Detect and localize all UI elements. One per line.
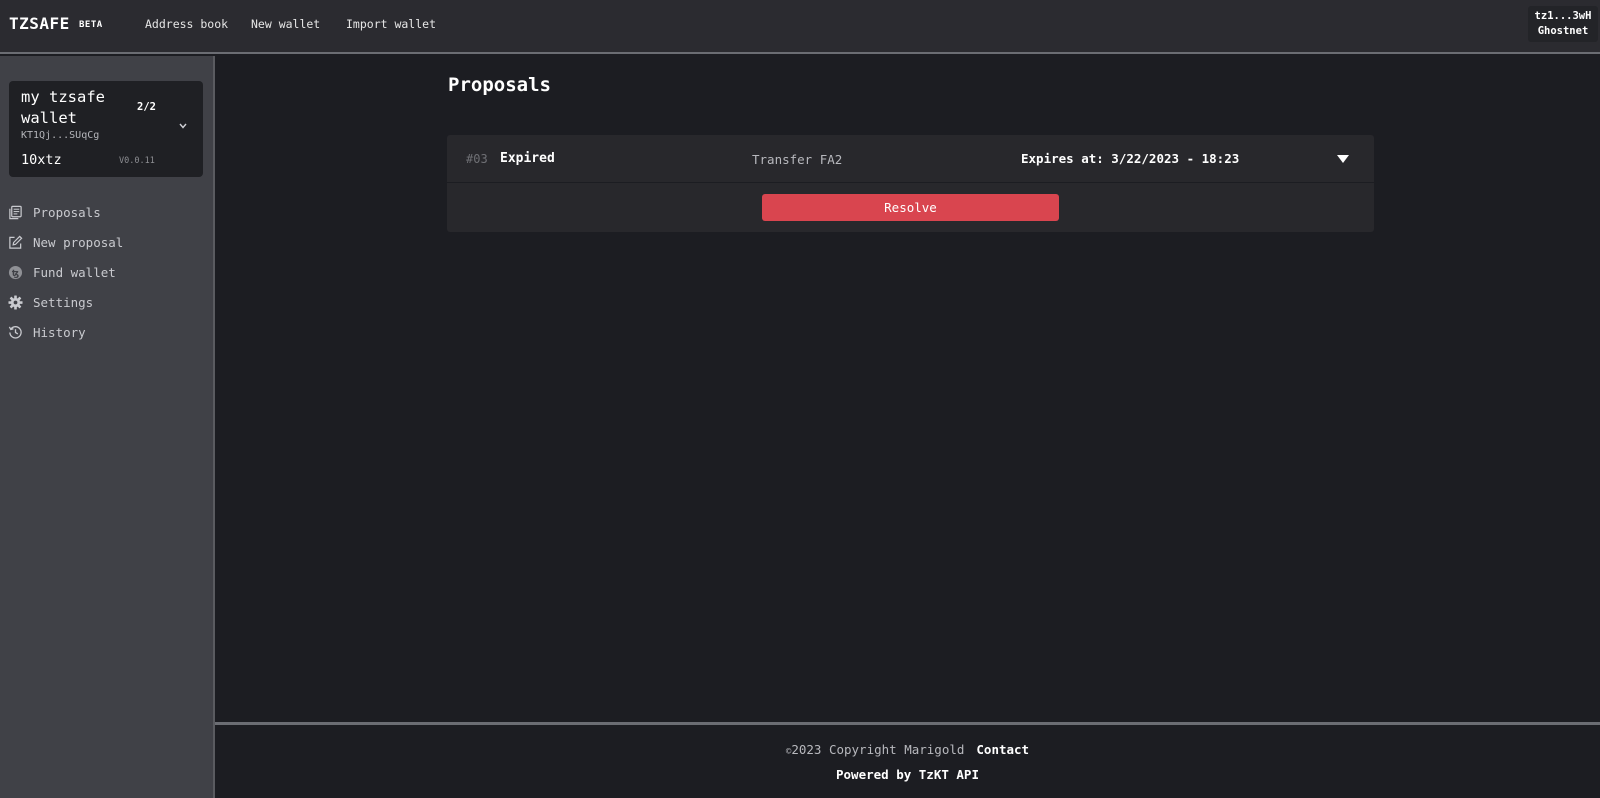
proposal-expiry: Expires at: 3/22/2023 - 18:23 xyxy=(1021,151,1240,166)
sidebar-item-label: New proposal xyxy=(33,234,124,250)
proposal-type: Transfer FA2 xyxy=(752,152,843,167)
sidebar-item-label: Settings xyxy=(33,294,94,310)
sidebar-item-proposals[interactable]: Proposals xyxy=(8,201,101,223)
page-title: Proposals xyxy=(448,74,551,96)
wallet-address: KT1Qj...SUqCg xyxy=(21,130,100,141)
footer-copyright-line: ©2023 Copyright Marigold Contact xyxy=(215,742,1600,757)
sidebar-item-label: History xyxy=(33,324,86,340)
sidebar-item-new-proposal[interactable]: New proposal xyxy=(8,231,123,253)
wallet-threshold: 2/2 xyxy=(137,101,156,113)
account-button[interactable]: tz1...3wH Ghostnet xyxy=(1528,6,1598,42)
wallet-name: my tzsafe wallet xyxy=(21,88,105,127)
history-icon xyxy=(8,325,22,339)
copyright-text: 2023 Copyright Marigold xyxy=(791,742,965,757)
footer: ©2023 Copyright Marigold Contact Powered … xyxy=(215,722,1600,798)
proposal-header[interactable]: #03 Expired Transfer FA2 Expires at: 3/2… xyxy=(447,135,1374,183)
app-version: V0.0.11 xyxy=(119,156,155,166)
edit-icon xyxy=(9,235,23,249)
contact-link[interactable]: Contact xyxy=(976,742,1029,757)
sidebar-item-settings[interactable]: Settings xyxy=(8,291,93,313)
tezos-coin-icon: ꜩ xyxy=(8,265,23,279)
account-address: tz1...3wH xyxy=(1534,10,1592,22)
gear-icon xyxy=(8,294,23,310)
powered-by-text: Powered by TzKT API xyxy=(836,767,979,782)
sidebar-item-label: Fund wallet xyxy=(33,264,116,280)
chevron-down-icon[interactable] xyxy=(178,121,188,131)
proposal-status: Expired xyxy=(500,151,555,166)
sidebar-item-label: Proposals xyxy=(33,204,101,220)
nav-address-book[interactable]: Address book xyxy=(145,17,228,31)
nav-import-wallet[interactable]: Import wallet xyxy=(346,17,436,31)
resolve-button[interactable]: Resolve xyxy=(762,194,1059,221)
top-nav-bar: TZSAFE BETA Address book New wallet Impo… xyxy=(0,0,1600,54)
proposal-id: #03 xyxy=(466,152,488,166)
caret-down-icon[interactable] xyxy=(1337,155,1349,163)
wallet-balance: 10xtz xyxy=(21,152,62,168)
svg-text:ꜩ: ꜩ xyxy=(12,267,19,277)
beta-badge: BETA xyxy=(79,20,103,30)
wallet-selector[interactable]: my tzsafe wallet 2/2 KT1Qj...SUqCg 10xtz… xyxy=(9,81,203,177)
sidebar-item-history[interactable]: History xyxy=(8,321,86,343)
sidebar-item-fund-wallet[interactable]: ꜩ Fund wallet xyxy=(8,261,116,283)
proposals-icon xyxy=(9,205,22,219)
proposal-card: #03 Expired Transfer FA2 Expires at: 3/2… xyxy=(447,135,1374,232)
network-label: Ghostnet xyxy=(1537,25,1589,37)
sidebar: my tzsafe wallet 2/2 KT1Qj...SUqCg 10xtz… xyxy=(0,56,215,798)
brand-logo[interactable]: TZSAFE xyxy=(9,14,70,33)
nav-new-wallet[interactable]: New wallet xyxy=(251,17,320,31)
